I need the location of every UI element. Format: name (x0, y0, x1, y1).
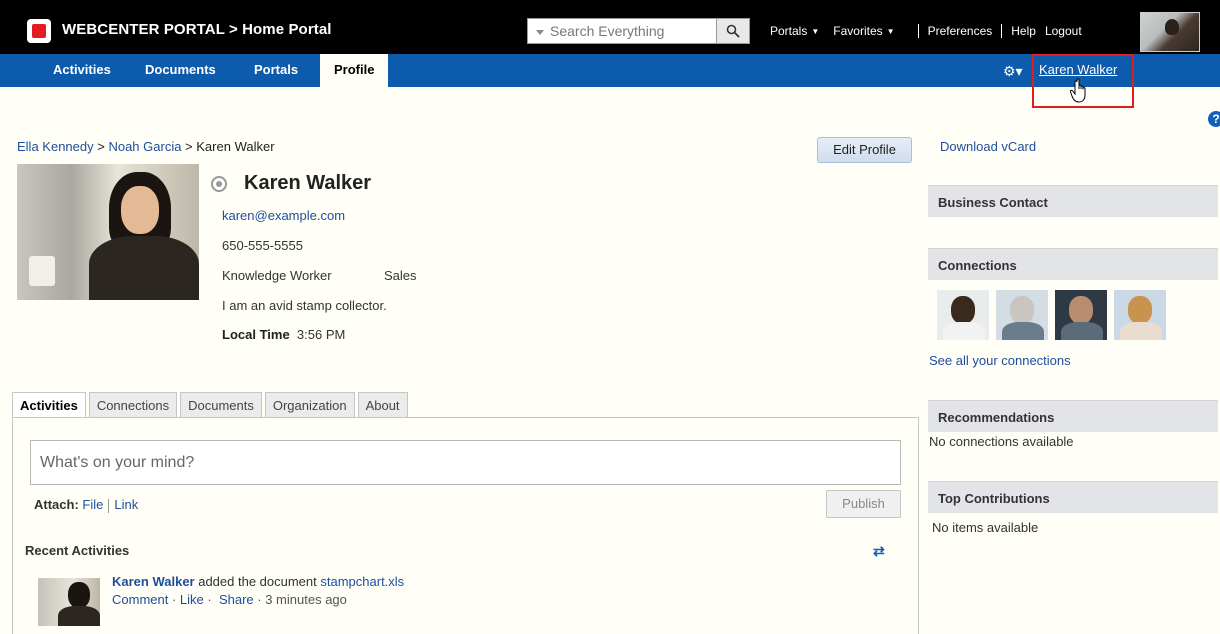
activity-document-link[interactable]: stampchart.xls (320, 574, 404, 589)
top-contributions-empty-text: No items available (932, 520, 1039, 535)
chevron-down-icon: ▼ (886, 26, 895, 36)
breadcrumb-item[interactable]: Noah Garcia (108, 139, 181, 154)
preferences-link[interactable]: Preferences (928, 24, 993, 38)
connection-avatar[interactable] (996, 290, 1048, 340)
divider (917, 24, 919, 38)
activity-text: Karen Walker added the document stampcha… (112, 574, 405, 589)
business-contact-header[interactable]: Business Contact (928, 185, 1218, 217)
publish-button[interactable]: Publish (826, 490, 901, 518)
download-vcard-link[interactable]: Download vCard (940, 139, 1036, 154)
activity-avatar[interactable] (38, 578, 100, 626)
chevron-down-icon: ▼ (811, 26, 820, 36)
profile-bio: I am an avid stamp collector. (222, 298, 387, 313)
presence-status-icon (211, 176, 227, 192)
help-link[interactable]: Help (1011, 24, 1036, 38)
favorites-menu[interactable]: Favorites (833, 24, 882, 38)
top-links: Portals ▼ Favorites ▼ Preferences Help Log… (770, 24, 1082, 38)
attach-link-link[interactable]: Link (114, 497, 138, 512)
hand-cursor-icon (1070, 78, 1086, 103)
recent-activities-title: Recent Activities (25, 543, 130, 558)
attach-file-link[interactable]: File (82, 497, 103, 512)
connection-avatar[interactable] (1114, 290, 1166, 340)
nav-tab-profile[interactable]: Profile (320, 54, 389, 87)
activity-actions: Comment · Like · Share · 3 minutes ago (112, 592, 347, 607)
tab-documents[interactable]: Documents (180, 392, 262, 418)
connection-avatar[interactable] (937, 290, 989, 340)
search-icon (726, 24, 740, 38)
breadcrumb-item[interactable]: Ella Kennedy (17, 139, 94, 154)
profile-email-link[interactable]: karen@example.com (222, 208, 345, 223)
search-button[interactable] (716, 18, 750, 44)
see-all-connections-link[interactable]: See all your connections (929, 353, 1071, 368)
portals-menu[interactable]: Portals (770, 24, 807, 38)
tab-connections[interactable]: Connections (88, 392, 178, 418)
activity-actor-link[interactable]: Karen Walker (112, 574, 195, 589)
comment-link[interactable]: Comment (112, 592, 168, 607)
profile-tabs: Activities Connections Documents Organiz… (12, 392, 411, 418)
portal-logo-icon (27, 19, 51, 43)
search-box: Search Everything (527, 18, 751, 44)
search-scope-dropdown-icon[interactable] (536, 29, 544, 35)
profile-phone: 650-555-5555 (222, 238, 303, 253)
profile-title: Knowledge Worker (222, 268, 332, 283)
profile-department: Sales (384, 268, 417, 283)
attach-row: Attach: File Link (34, 497, 139, 513)
gear-icon[interactable]: ⚙▾ (1003, 63, 1023, 80)
app-title: WEBCENTER PORTAL > Home Portal (62, 21, 332, 38)
top-contributions-header[interactable]: Top Contributions (928, 481, 1218, 513)
profile-name: Karen Walker (244, 172, 372, 194)
status-input[interactable]: What's on your mind? (30, 440, 901, 485)
connection-avatar[interactable] (1055, 290, 1107, 340)
nav-tab-documents[interactable]: Documents (145, 62, 216, 77)
top-bar: WEBCENTER PORTAL > Home Portal Search Ev… (0, 0, 1220, 54)
like-link[interactable]: Like (180, 592, 204, 607)
search-placeholder: Search Everything (550, 23, 665, 39)
divider (1001, 24, 1003, 38)
profile-photo (17, 164, 199, 300)
refresh-icon[interactable]: ⇄ (873, 543, 885, 560)
profile-local-time: Local Time 3:56 PM (222, 327, 346, 342)
breadcrumb-current: Karen Walker (196, 139, 275, 154)
help-icon[interactable]: ? (1208, 111, 1220, 127)
share-link[interactable]: Share (219, 592, 254, 607)
activity-time: 3 minutes ago (265, 592, 347, 607)
tab-about[interactable]: About (357, 392, 408, 418)
recommendations-header[interactable]: Recommendations (928, 400, 1218, 432)
search-input[interactable]: Search Everything (527, 18, 717, 44)
logout-link[interactable]: Logout (1045, 24, 1082, 38)
connections-header[interactable]: Connections (928, 248, 1218, 280)
nav-tab-portals[interactable]: Portals (254, 62, 298, 77)
user-avatar[interactable] (1140, 12, 1200, 52)
tab-activities[interactable]: Activities (12, 392, 86, 418)
recommendations-empty-text: No connections available (929, 434, 1074, 449)
breadcrumb: Ella Kennedy > Noah Garcia > Karen Walke… (17, 139, 275, 154)
tab-organization[interactable]: Organization (264, 392, 355, 418)
nav-tab-activities[interactable]: Activities (53, 62, 111, 77)
edit-profile-button[interactable]: Edit Profile (817, 137, 912, 163)
